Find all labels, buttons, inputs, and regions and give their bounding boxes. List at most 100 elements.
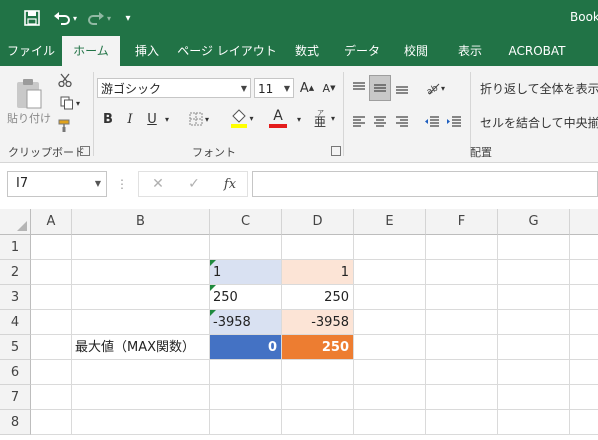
orientation-icon[interactable]: ab ▾ (420, 78, 450, 98)
tab-review[interactable]: 校閲 (390, 36, 442, 66)
cell-a8[interactable] (31, 410, 72, 435)
row-header-3[interactable]: 3 (0, 285, 31, 310)
font-color-icon[interactable]: A (262, 106, 294, 130)
column-header-a[interactable]: A (31, 209, 72, 235)
insert-function-icon[interactable]: fx (217, 173, 243, 195)
cell-c8[interactable] (210, 410, 282, 435)
name-box[interactable]: I7 ▼ (7, 171, 107, 197)
cell-b8[interactable] (72, 410, 210, 435)
enter-icon[interactable]: ✓ (181, 173, 207, 195)
cell-a4[interactable] (31, 310, 72, 335)
cell-a3[interactable] (31, 285, 72, 310)
cell-f7[interactable] (426, 385, 498, 410)
cell-h6[interactable] (570, 360, 598, 385)
row-header-2[interactable]: 2 (0, 260, 31, 285)
tab-file[interactable]: ファイル (0, 36, 62, 66)
column-header-e[interactable]: E (354, 209, 426, 235)
cell-c3[interactable]: 250 (210, 285, 282, 310)
column-header-c[interactable]: C (210, 209, 282, 235)
cell-d7[interactable] (282, 385, 354, 410)
cell-d6[interactable] (282, 360, 354, 385)
tab-data[interactable]: データ (334, 36, 390, 66)
cell-f8[interactable] (426, 410, 498, 435)
row-header-8[interactable]: 8 (0, 410, 31, 435)
column-header-g[interactable]: G (498, 209, 570, 235)
underline-dropdown-icon[interactable]: ▾ (162, 108, 172, 130)
cell-g3[interactable] (498, 285, 570, 310)
save-icon[interactable] (20, 6, 44, 30)
cell-d5[interactable]: 250 (282, 335, 354, 360)
cell-f4[interactable] (426, 310, 498, 335)
tab-page-layout[interactable]: ページ レイアウト (174, 36, 280, 66)
column-header-d[interactable]: D (282, 209, 354, 235)
cell-g1[interactable] (498, 235, 570, 260)
cell-e8[interactable] (354, 410, 426, 435)
row-header-4[interactable]: 4 (0, 310, 31, 335)
cell-e4[interactable] (354, 310, 426, 335)
cell-h7[interactable] (570, 385, 598, 410)
customize-qat-icon[interactable]: ▾ (120, 6, 136, 30)
row-header-1[interactable]: 1 (0, 235, 31, 260)
cell-d4[interactable]: -3958 (282, 310, 354, 335)
align-bottom-icon[interactable] (393, 78, 411, 98)
merge-center-button[interactable]: セルを結合して中央揃え (476, 112, 598, 132)
bold-button[interactable]: B (99, 108, 117, 130)
cell-h5[interactable] (570, 335, 598, 360)
cell-h1[interactable] (570, 235, 598, 260)
column-header-h[interactable] (570, 209, 598, 235)
font-name-combo[interactable]: 游ゴシック ▼ (97, 78, 251, 98)
cell-e7[interactable] (354, 385, 426, 410)
tab-formulas[interactable]: 数式 (280, 36, 334, 66)
cell-c1[interactable] (210, 235, 282, 260)
cell-a6[interactable] (31, 360, 72, 385)
undo-icon[interactable]: ▾ (50, 6, 80, 30)
cell-d3[interactable]: 250 (282, 285, 354, 310)
cell-g2[interactable] (498, 260, 570, 285)
cell-e2[interactable] (354, 260, 426, 285)
cell-f6[interactable] (426, 360, 498, 385)
underline-button[interactable]: U (143, 108, 161, 130)
cell-e6[interactable] (354, 360, 426, 385)
column-header-f[interactable]: F (426, 209, 498, 235)
cell-f3[interactable] (426, 285, 498, 310)
tab-home[interactable]: ホーム (62, 36, 120, 66)
cell-g5[interactable] (498, 335, 570, 360)
row-header-7[interactable]: 7 (0, 385, 31, 410)
cell-g8[interactable] (498, 410, 570, 435)
row-header-6[interactable]: 6 (0, 360, 31, 385)
format-painter-icon[interactable] (55, 116, 75, 136)
redo-icon[interactable]: ▾ (84, 6, 114, 30)
cell-c2[interactable]: 1 (210, 260, 282, 285)
align-left-icon[interactable] (350, 112, 368, 132)
paste-button[interactable]: 貼り付け (7, 72, 51, 132)
cell-d2[interactable]: 1 (282, 260, 354, 285)
cell-c7[interactable] (210, 385, 282, 410)
wrap-text-button[interactable]: 折り返して全体を表示 (476, 78, 598, 98)
font-launcher-icon[interactable] (331, 146, 341, 156)
cell-d1[interactable] (282, 235, 354, 260)
cell-d8[interactable] (282, 410, 354, 435)
cell-c6[interactable] (210, 360, 282, 385)
cell-b1[interactable] (72, 235, 210, 260)
cancel-icon[interactable]: ✕ (145, 173, 171, 195)
copy-icon[interactable]: ▾ (55, 93, 85, 113)
cell-c4[interactable]: -3958 (210, 310, 282, 335)
cell-g7[interactable] (498, 385, 570, 410)
clipboard-launcher-icon[interactable] (80, 146, 90, 156)
cell-b6[interactable] (72, 360, 210, 385)
cell-b7[interactable] (72, 385, 210, 410)
cell-b4[interactable] (72, 310, 210, 335)
cell-b5[interactable]: 最大値（MAX関数） (72, 335, 210, 360)
row-header-5[interactable]: 5 (0, 335, 31, 360)
cell-g4[interactable] (498, 310, 570, 335)
cell-f5[interactable] (426, 335, 498, 360)
cut-icon[interactable] (55, 70, 75, 90)
cell-a7[interactable] (31, 385, 72, 410)
align-right-icon[interactable] (393, 112, 411, 132)
increase-font-size-icon[interactable]: A ▲ (298, 78, 316, 98)
cell-e3[interactable] (354, 285, 426, 310)
increase-indent-icon[interactable] (444, 112, 464, 132)
cell-b2[interactable] (72, 260, 210, 285)
align-center-icon[interactable] (371, 112, 389, 132)
italic-button[interactable]: I (121, 108, 139, 130)
